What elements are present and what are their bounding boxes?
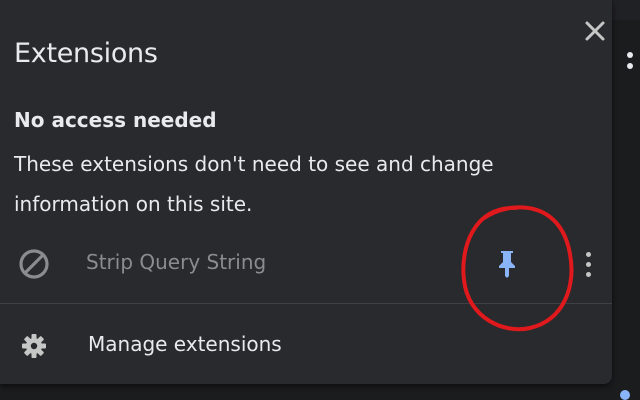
menu-dot — [627, 52, 633, 58]
extension-row[interactable]: Strip Query String — [0, 232, 612, 296]
close-button[interactable] — [578, 14, 612, 48]
status-dot — [620, 390, 630, 400]
section-description: These extensions don't need to see and c… — [14, 152, 494, 216]
manage-extensions-button[interactable]: Manage extensions — [0, 318, 612, 374]
panel-title: Extensions — [14, 38, 158, 69]
more-vert-icon[interactable] — [574, 246, 602, 282]
extension-name: Strip Query String — [86, 250, 267, 274]
blocked-icon — [19, 249, 49, 279]
close-icon — [585, 21, 605, 41]
extensions-popup: Extensions No access needed These extens… — [0, 0, 612, 384]
gear-icon — [22, 334, 46, 358]
manage-extensions-label: Manage extensions — [88, 332, 282, 356]
more-dot — [585, 271, 591, 277]
divider — [0, 303, 612, 304]
pin-button[interactable] — [490, 246, 524, 282]
browser-menu-icon[interactable] — [624, 52, 636, 92]
pin-icon — [499, 251, 515, 278]
menu-dot — [627, 63, 633, 69]
more-dot — [585, 261, 591, 267]
more-dot — [585, 251, 591, 257]
section-heading: No access needed — [14, 108, 217, 132]
